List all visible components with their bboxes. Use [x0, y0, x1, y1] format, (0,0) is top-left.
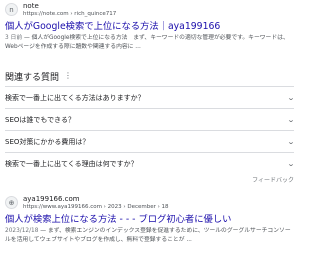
question-text: 検索で一番上に出てくる方法はありますか？: [5, 93, 145, 102]
related-question-2[interactable]: SEOは誰でもできる？ ⌄: [5, 108, 296, 130]
related-questions: 関連する質問 ⋮ 検索で一番上に出てくる方法はありますか？ ⌄ SEOは誰でもで…: [5, 66, 296, 186]
result-date: 2023/12/18: [5, 228, 39, 234]
result-snippet: 2023/12/18 — まず、検索エンジンのインデックス登録を促進するために、…: [5, 227, 294, 245]
result-snippet-text: — まず、検索エンジンのインデックス登録を促進するために、ツールのグーグルサーチ…: [5, 228, 291, 243]
result-title-link[interactable]: 個人が検索上位になる方法 - - - ブログ初心者に優しい: [5, 214, 294, 226]
result-date: 3 日前: [5, 35, 23, 41]
site-name: note: [23, 1, 39, 10]
result-url: https://note.com › rich_quince717: [23, 10, 117, 17]
result-title-link[interactable]: 個人がGoogle検索で上位になる方法｜aya199166: [5, 21, 294, 33]
result-url: https://www.aya199166.com › 2023 › Decem…: [23, 203, 169, 210]
note-favicon-icon: n: [5, 3, 18, 16]
result-source[interactable]: ⊕ aya199166.com https://www.aya199166.co…: [5, 194, 294, 211]
related-question-4[interactable]: 検索で一番上に出てくる理由は何ですか？ ⌄: [5, 152, 296, 174]
result-snippet-text: — 個人がGoogle検索で上位になる方法 まず、キーワードの適切な管理が必要で…: [5, 35, 289, 50]
related-question-1[interactable]: 検索で一番上に出てくる方法はありますか？ ⌄: [5, 86, 296, 108]
site-name: aya199166.com: [23, 194, 80, 203]
chevron-down-icon: ⌄: [286, 115, 296, 124]
chevron-down-icon: ⌄: [286, 137, 296, 146]
chevron-down-icon: ⌄: [286, 159, 296, 168]
globe-favicon-icon: ⊕: [5, 196, 18, 209]
related-question-3[interactable]: SEO対策にかかる費用は？ ⌄: [5, 130, 296, 152]
search-result-note: n note https://note.com › rich_quince717…: [5, 1, 294, 52]
related-questions-heading: 関連する質問: [5, 72, 60, 83]
question-text: 検索で一番上に出てくる理由は何ですか？: [5, 159, 138, 168]
result-snippet: 3 日前 — 個人がGoogle検索で上位になる方法 まず、キーワードの適切な管…: [5, 34, 294, 52]
vertical-dots-icon[interactable]: ⋮: [64, 72, 72, 80]
question-text: SEOは誰でもできる？: [5, 115, 75, 124]
result-source[interactable]: n note https://note.com › rich_quince717: [5, 1, 294, 18]
feedback-link[interactable]: フィードバック: [5, 176, 294, 186]
question-text: SEO対策にかかる費用は？: [5, 137, 90, 146]
search-result-aya: ⊕ aya199166.com https://www.aya199166.co…: [5, 194, 294, 245]
chevron-down-icon: ⌄: [286, 93, 296, 102]
